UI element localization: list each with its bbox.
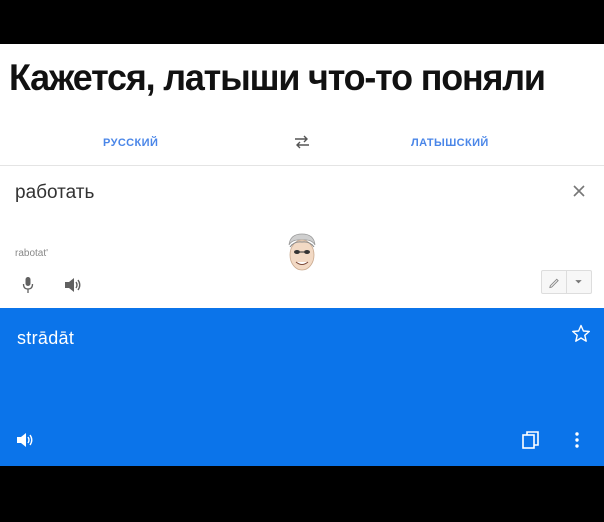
input-tools-dropdown[interactable] <box>567 270 592 294</box>
swap-languages-icon[interactable] <box>293 135 311 149</box>
handwriting-button[interactable] <box>541 270 567 294</box>
top-black-bar <box>0 0 604 44</box>
copy-icon[interactable] <box>521 430 541 450</box>
more-options-icon[interactable] <box>574 430 580 450</box>
chevron-down-icon <box>575 280 582 284</box>
bottom-black-bar <box>0 466 604 522</box>
pencil-icon <box>549 278 559 289</box>
target-language-button[interactable]: ЛАТЫШСКИЙ <box>411 137 489 149</box>
speaker-icon[interactable] <box>16 432 34 448</box>
source-text[interactable]: работать <box>15 182 94 204</box>
translation-text: strādāt <box>17 328 75 348</box>
meme-caption: Кажется, латыши что-то поняли <box>9 57 546 98</box>
close-icon[interactable] <box>570 182 588 200</box>
language-bar: РУССКИЙ ЛАТЫШСКИЙ <box>0 118 604 166</box>
star-icon[interactable] <box>571 324 591 344</box>
source-input-area[interactable]: работать rabotat' <box>0 166 604 308</box>
microphone-icon[interactable] <box>22 276 34 294</box>
transliteration: rabotat' <box>15 248 49 259</box>
translator-app: РУССКИЙ ЛАТЫШСКИЙ работать rabotat' strā… <box>0 118 604 466</box>
meme-caption-area: Кажется, латыши что-то поняли <box>0 44 604 118</box>
source-language-button[interactable]: РУССКИЙ <box>103 137 158 149</box>
translation-result-area: strādāt <box>0 308 604 466</box>
speaker-icon[interactable] <box>64 277 82 293</box>
face-sticker-image <box>288 233 316 271</box>
